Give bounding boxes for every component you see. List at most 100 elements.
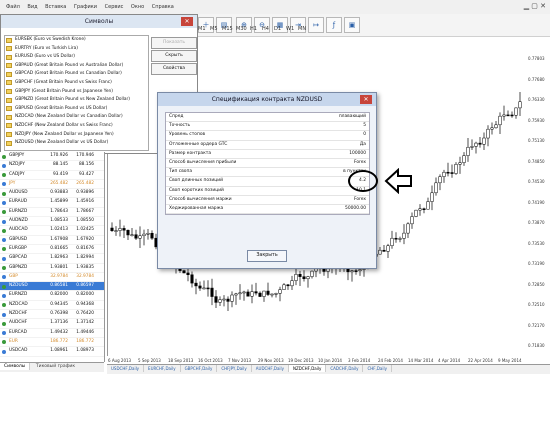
symbol-list-item[interactable]: NZDCAD (New Zealand Dollar vs Canadian D… bbox=[5, 113, 148, 122]
price-tick-label: 0.74850 bbox=[528, 158, 545, 164]
shift-icon[interactable]: ↦ bbox=[308, 17, 324, 33]
market-watch-row[interactable]: JPY 265.482 265.482 bbox=[0, 180, 104, 190]
market-watch-row[interactable]: AUDNZD 1.08533 1.08550 bbox=[0, 217, 104, 227]
market-watch-row[interactable]: GBPCAD 1.82963 1.82994 bbox=[0, 254, 104, 264]
tab-symbols[interactable]: Символы bbox=[0, 363, 31, 370]
symbol-list-item[interactable]: GBPAUD (Great Britain Pound vs Australia… bbox=[5, 62, 148, 71]
candle-body bbox=[378, 249, 382, 255]
menu-file[interactable]: Файл bbox=[6, 0, 20, 14]
chart-tab[interactable]: CHFJPY,Daily bbox=[217, 365, 252, 372]
candle-body bbox=[446, 171, 450, 174]
close-button[interactable]: Закрыть bbox=[247, 250, 287, 262]
market-watch-tabs: Символы Тиковый график bbox=[0, 362, 104, 372]
spec-row: Отложенные ордера GTC Да bbox=[166, 141, 369, 150]
market-watch-row[interactable]: AUDCHF 1.37136 1.37142 bbox=[0, 319, 104, 329]
market-watch-bid: 265.482 bbox=[50, 180, 68, 186]
tf-h4[interactable]: H4 bbox=[262, 26, 269, 32]
tf-mn[interactable]: MN bbox=[298, 26, 306, 32]
symbol-list-item[interactable]: GBPUSD (Great Britain Pound vs US Dollar… bbox=[5, 105, 148, 114]
market-watch-row[interactable]: GBP 32.9784 32.9784 bbox=[0, 273, 104, 283]
symbol-icon bbox=[6, 37, 12, 43]
menu-window[interactable]: Окно bbox=[131, 0, 144, 14]
market-watch-row[interactable]: EURNZD 0.82000 0.82000 bbox=[0, 291, 104, 301]
candle-body bbox=[494, 124, 498, 129]
highlight-ellipse bbox=[348, 170, 378, 192]
market-watch-row[interactable]: AUDUSD 0.93883 0.93896 bbox=[0, 189, 104, 199]
symbol-icon bbox=[6, 114, 12, 120]
symbol-list-item[interactable]: NZDJPY (New Zealand Dollar vs Japanese Y… bbox=[5, 131, 148, 140]
chart-tab[interactable]: GBPCHF,Daily bbox=[181, 365, 218, 372]
tab-tick-chart[interactable]: Тиковый график bbox=[32, 363, 79, 370]
indicators-icon[interactable]: ƒ bbox=[326, 17, 342, 33]
tf-m30[interactable]: M30 bbox=[236, 26, 247, 32]
chart-tab[interactable]: CADCHF,Daily bbox=[326, 365, 364, 372]
tf-d1[interactable]: D1 bbox=[274, 26, 281, 32]
chart-tab[interactable]: USDCHF,Daily bbox=[107, 365, 145, 372]
market-watch-row[interactable]: GBPNZD 1.93801 1.93835 bbox=[0, 264, 104, 273]
symbol-list-item[interactable]: GBPJPY (Great Britain Pound vs Japanese … bbox=[5, 88, 148, 97]
tf-m5[interactable]: M5 bbox=[210, 26, 218, 32]
candle-body bbox=[458, 162, 462, 165]
menu-charts[interactable]: Графики bbox=[74, 0, 97, 14]
chart-tab[interactable]: NZDCHF,Daily bbox=[289, 365, 327, 372]
market-watch-row[interactable]: CADJPY 93.419 93.427 bbox=[0, 171, 104, 180]
candle-body bbox=[410, 216, 414, 225]
market-watch-row[interactable]: NZDJPY 88.145 88.156 bbox=[0, 161, 104, 171]
symbol-list-item[interactable]: GBPNZD (Great Britain Pound vs New Zeala… bbox=[5, 96, 148, 105]
menu-help[interactable]: Справка bbox=[152, 0, 174, 14]
show-button[interactable]: Показать bbox=[151, 37, 197, 49]
market-watch-row[interactable]: GBPUSD 1.67908 1.67920 bbox=[0, 236, 104, 245]
properties-button[interactable]: Свойства bbox=[151, 63, 197, 75]
candle-body bbox=[222, 298, 226, 301]
menu-tools[interactable]: Сервис bbox=[105, 0, 124, 14]
menu-insert[interactable]: Вставка bbox=[45, 0, 66, 14]
menu-view[interactable]: Вид bbox=[27, 0, 37, 14]
close-icon[interactable]: ✕ bbox=[181, 17, 193, 26]
status-dot-icon bbox=[2, 256, 6, 261]
symbol-list-item[interactable]: EURUSD (Euro vs US Dollar) bbox=[5, 53, 148, 62]
tf-h1[interactable]: H1 bbox=[250, 26, 257, 32]
market-watch-row[interactable]: USDCAD 1.08961 1.08973 bbox=[0, 347, 104, 357]
symbol-list-item[interactable]: NZDCHF (New Zealand Dollar vs Swiss Fran… bbox=[5, 122, 148, 131]
market-watch-row[interactable]: NZDCAD 0.94345 0.94368 bbox=[0, 301, 104, 311]
symbol-list-item[interactable]: NZDUSD (New Zealand Dollar vs US Dollar) bbox=[5, 139, 148, 148]
market-watch-row[interactable]: EURGBP 0.81665 0.81676 bbox=[0, 245, 104, 255]
market-watch-row[interactable]: EURCAD 1.49432 1.49446 bbox=[0, 329, 104, 338]
market-watch-row[interactable]: AUDCAD 1.02413 1.02425 bbox=[0, 226, 104, 236]
market-watch-row[interactable]: EURNZD 1.78643 1.78667 bbox=[0, 208, 104, 218]
market-watch-ask: 32.9784 bbox=[76, 273, 94, 279]
symbol-list-item[interactable]: EURSEK (Euro vs Swedish Krone) bbox=[5, 36, 148, 45]
symbol-list-item[interactable]: GBPCAD (Great Britain Pound vs Canadian … bbox=[5, 70, 148, 79]
market-watch-bid: 1.08533 bbox=[50, 218, 68, 224]
chart-tab[interactable]: AUDCHF,Daily bbox=[252, 365, 290, 372]
spec-key: Хеджированная маржа bbox=[169, 205, 224, 211]
tf-w1[interactable]: W1 bbox=[286, 26, 294, 32]
templates-icon[interactable]: ▣ bbox=[344, 17, 360, 33]
window-controls[interactable]: ▁ ▢ ✕ bbox=[524, 2, 546, 10]
chart-tab[interactable]: EURCHF,Daily bbox=[144, 365, 181, 372]
symbols-list[interactable]: EURSEK (Euro vs Swedish Krone) EURTRY (Eu… bbox=[4, 35, 149, 151]
status-dot-icon bbox=[2, 247, 6, 252]
chart-tab[interactable]: CHF,Daily bbox=[363, 365, 392, 372]
market-watch-row[interactable]: NZDCHF 0.76398 0.76420 bbox=[0, 310, 104, 320]
tf-m15[interactable]: M15 bbox=[222, 26, 233, 32]
candle-body bbox=[430, 192, 434, 202]
spec-value: 50000.00 bbox=[345, 205, 366, 211]
candle-body bbox=[258, 292, 262, 297]
symbol-list-item[interactable]: GBPCHF (Great Britain Pound vs Swiss Fra… bbox=[5, 79, 148, 88]
market-watch-ask: 0.76420 bbox=[76, 311, 94, 317]
symbol-icon bbox=[6, 140, 12, 146]
market-watch-symbol: EURNZD bbox=[9, 292, 28, 298]
close-icon[interactable]: ✕ bbox=[360, 95, 372, 104]
market-watch-row[interactable]: GBPJPY 170.926 170.946 bbox=[0, 152, 104, 162]
tf-m1[interactable]: M1 bbox=[198, 26, 206, 32]
status-dot-icon bbox=[2, 284, 6, 289]
candle-body bbox=[418, 208, 422, 211]
status-dot-icon bbox=[2, 321, 6, 326]
candle-body bbox=[450, 172, 454, 174]
market-watch-row[interactable]: NZDUSD 0.86581 0.86597 bbox=[0, 282, 104, 292]
hide-button[interactable]: Скрыть bbox=[151, 50, 197, 62]
symbol-list-item[interactable]: EURTRY (Euro vs Turkish Lira) bbox=[5, 45, 148, 54]
market-watch-row[interactable]: EUR 186.772 186.772 bbox=[0, 338, 104, 348]
market-watch-row[interactable]: EURAUD 1.45899 1.45916 bbox=[0, 198, 104, 208]
